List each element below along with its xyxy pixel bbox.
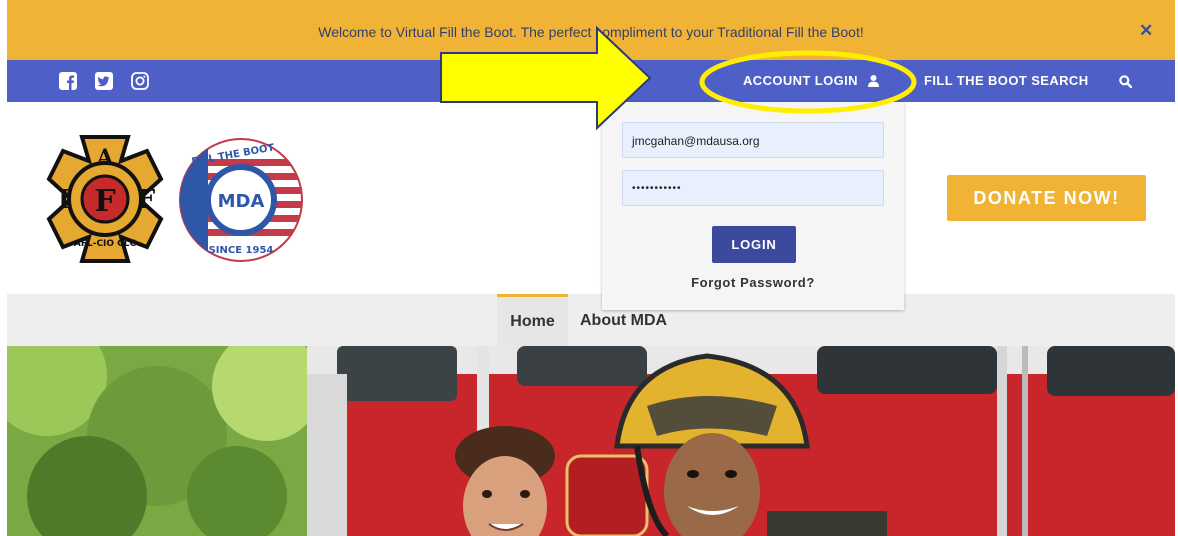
mda-fill-the-boot-logo[interactable]: FILL THE BOOT MDA SINCE 1954 xyxy=(178,137,304,263)
close-icon[interactable]: ✕ xyxy=(1139,22,1153,39)
account-login-link[interactable]: ACCOUNT LOGIN xyxy=(743,60,879,102)
main-nav: Home About MDA xyxy=(7,294,1175,346)
iaff-letter-f: F xyxy=(137,185,156,215)
donate-now-button[interactable]: DONATE NOW! xyxy=(947,175,1146,221)
mda-center-text: MDA xyxy=(218,191,265,212)
iaff-letter-i: I xyxy=(58,185,70,215)
login-dropdown: jmcgahan@mdausa.org ••••••••••• LOGIN Fo… xyxy=(602,102,904,310)
instagram-icon[interactable] xyxy=(131,72,149,90)
twitter-icon[interactable] xyxy=(95,72,113,90)
announcement-bar: Welcome to Virtual Fill the Boot. The pe… xyxy=(7,0,1175,60)
iaff-logo[interactable]: A I F F AFL-CIO CLC xyxy=(39,135,171,263)
forgot-password-link[interactable]: Forgot Password? xyxy=(602,275,904,290)
search-icon[interactable] xyxy=(1119,75,1132,88)
mda-bottom-text: SINCE 1954 xyxy=(209,245,274,256)
login-button[interactable]: LOGIN xyxy=(712,226,796,263)
password-field[interactable]: ••••••••••• xyxy=(622,170,884,206)
iaff-ring-text: AFL-CIO CLC xyxy=(74,239,137,249)
user-icon xyxy=(868,75,879,87)
iaff-letter-f-center: F xyxy=(94,184,115,219)
iaff-letter-a: A xyxy=(95,145,114,171)
fill-the-boot-search-link[interactable]: FILL THE BOOT SEARCH xyxy=(924,60,1088,102)
page-frame: Welcome to Virtual Fill the Boot. The pe… xyxy=(7,0,1175,536)
top-bar: ACCOUNT LOGIN FILL THE BOOT SEARCH xyxy=(7,60,1175,102)
hero-image xyxy=(7,346,1175,536)
facebook-icon[interactable] xyxy=(59,72,77,90)
nav-home[interactable]: Home xyxy=(497,294,568,346)
email-field[interactable]: jmcgahan@mdausa.org xyxy=(622,122,884,158)
account-login-label: ACCOUNT LOGIN xyxy=(743,73,858,88)
announcement-text: Welcome to Virtual Fill the Boot. The pe… xyxy=(318,24,864,40)
